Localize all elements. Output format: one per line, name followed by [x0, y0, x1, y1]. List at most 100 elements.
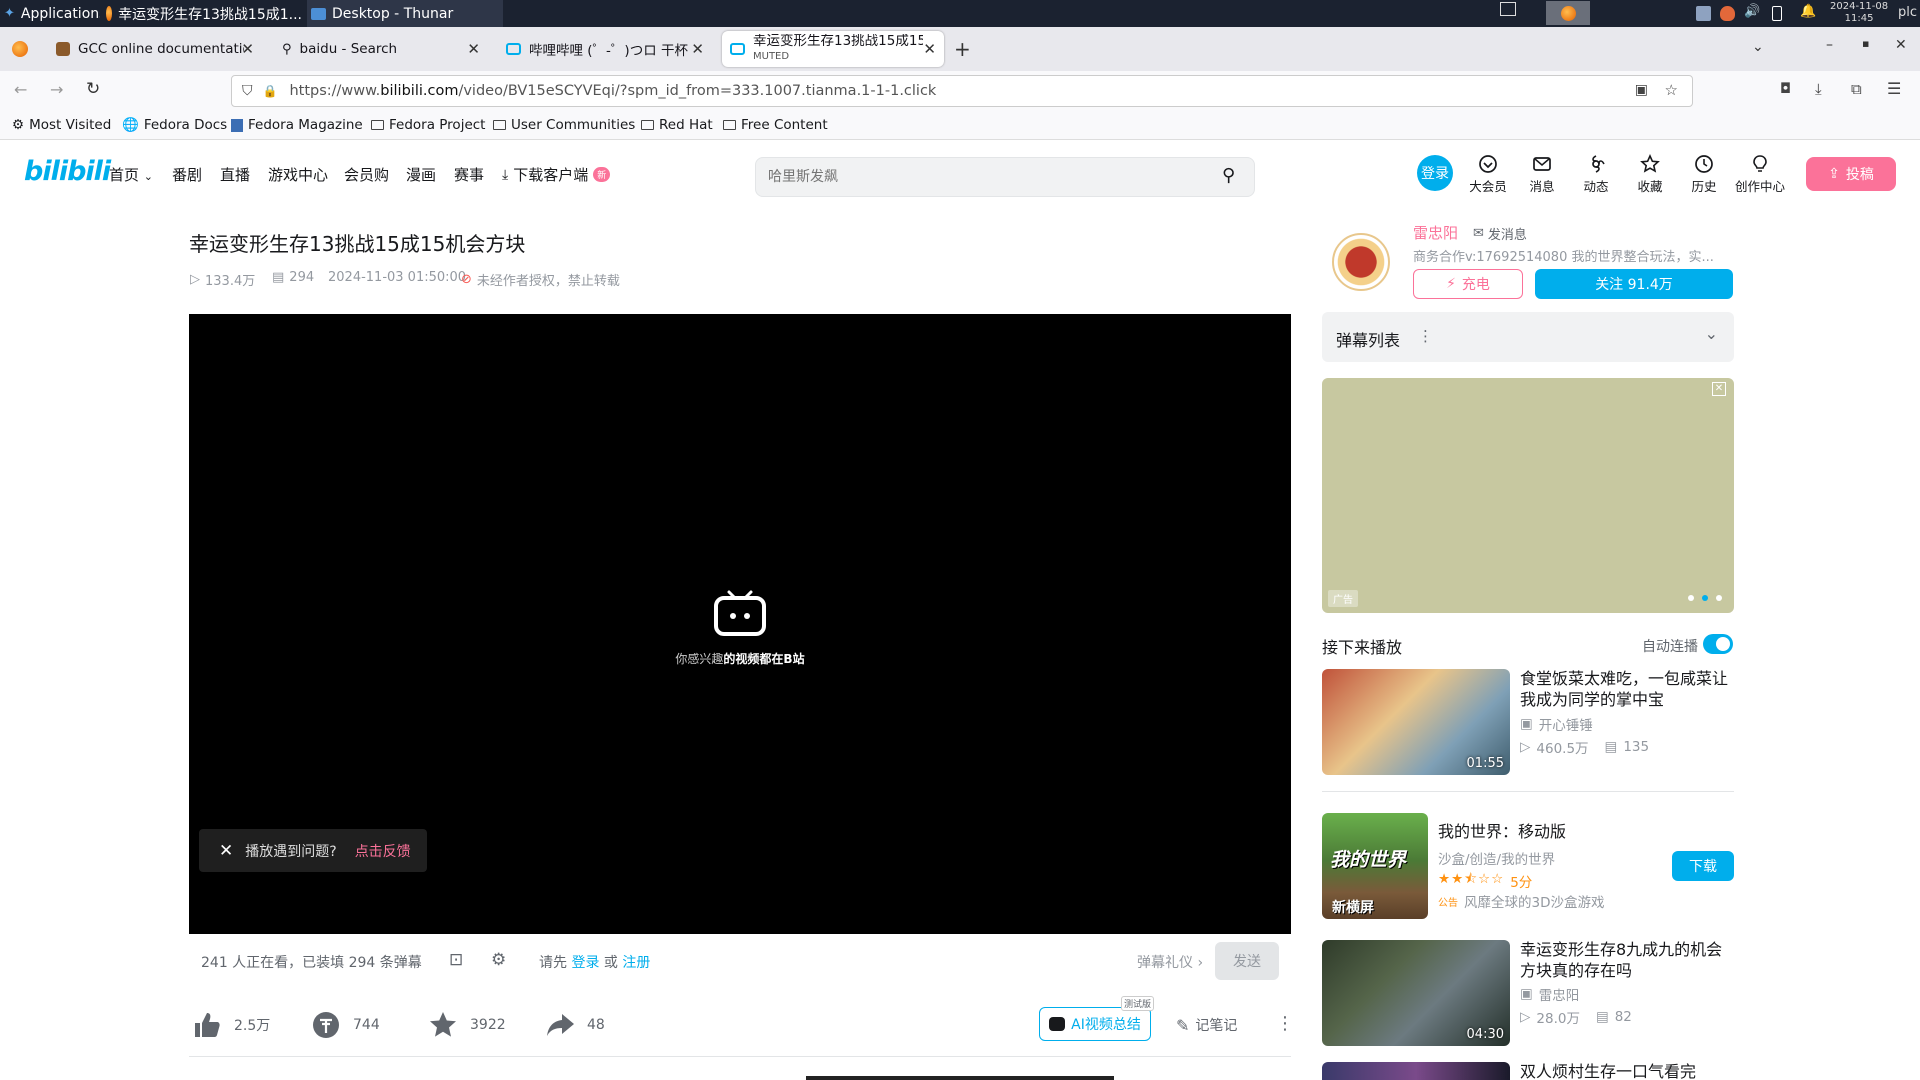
tab-current-video[interactable]: 幸运变形生存13挑战15成15 MUTED ✕: [722, 31, 944, 67]
nav-esports[interactable]: 赛事: [454, 164, 484, 185]
carousel-dot-active[interactable]: [1702, 595, 1708, 601]
danmaku-etiquette-link[interactable]: 弹幕礼仪 ›: [1137, 952, 1203, 972]
menu-icon[interactable]: ☰: [1887, 79, 1901, 98]
reader-view-icon[interactable]: ▣: [1635, 82, 1648, 98]
tab-gcc-docs[interactable]: GCC online documentation ✕: [48, 31, 262, 67]
list-tabs-icon[interactable]: ⌄: [1752, 39, 1764, 55]
coin-button[interactable]: 744: [311, 1010, 380, 1040]
downloads-icon[interactable]: ⤓: [1815, 80, 1822, 98]
close-tab-icon[interactable]: ✕: [923, 40, 936, 58]
nav-home[interactable]: 首页 ⌄: [109, 164, 153, 185]
login-button[interactable]: 登录: [1417, 155, 1453, 191]
share-button[interactable]: 48: [545, 1010, 605, 1040]
messages-link[interactable]: 消息: [1522, 154, 1562, 195]
applications-menu[interactable]: ✦ Applications: [4, 0, 100, 27]
send-message-link[interactable]: ✉ 发消息: [1473, 224, 1527, 243]
workspace-icon[interactable]: [1500, 2, 1516, 16]
maximize-button[interactable]: ▪: [1862, 37, 1869, 50]
uploader-name[interactable]: 雷忠阳: [1413, 222, 1458, 243]
bookmark-red-hat[interactable]: Red Hat: [641, 117, 713, 133]
bookmark-fedora-magazine[interactable]: Fedora Magazine: [231, 117, 363, 133]
creator-center-link[interactable]: 创作中心: [1734, 154, 1786, 195]
carousel-dot[interactable]: [1688, 595, 1694, 601]
bilibili-logo[interactable]: bilibili: [24, 156, 111, 187]
game-title[interactable]: 我的世界：移动版: [1438, 821, 1566, 842]
bookmark-fedora-docs[interactable]: 🌐 Fedora Docs: [122, 117, 227, 133]
send-danmaku-button[interactable]: 发送: [1215, 942, 1279, 980]
chevron-down-icon[interactable]: ⌄: [1705, 324, 1718, 343]
nav-mall[interactable]: 会员购: [344, 164, 389, 185]
forward-button[interactable]: →: [50, 80, 63, 99]
more-options-icon[interactable]: ⋮: [1276, 1013, 1294, 1034]
minimize-button[interactable]: –: [1826, 37, 1833, 53]
volume-icon[interactable]: 🔊: [1744, 4, 1760, 19]
danmaku-toggle-icon[interactable]: ⊡: [449, 950, 463, 970]
pocket-icon[interactable]: ◘: [1780, 81, 1791, 97]
clock[interactable]: 2024-11-08 11:45: [1830, 1, 1888, 25]
nav-anime[interactable]: 番剧: [172, 164, 202, 185]
url-bar[interactable]: ⛉ 🔒 https://www.bilibili.com/video/BV15e…: [231, 75, 1693, 107]
firefox-menu-icon[interactable]: [12, 41, 28, 57]
login-link[interactable]: 登录: [571, 955, 599, 971]
like-button[interactable]: 2.5万: [192, 1010, 270, 1040]
bookmark-fedora-project[interactable]: Fedora Project: [371, 117, 485, 133]
carousel-dot[interactable]: [1716, 595, 1722, 601]
bookmark-free-content[interactable]: Free Content: [723, 117, 828, 133]
search-icon[interactable]: ⚲: [1222, 165, 1235, 186]
shield-icon[interactable]: [1720, 6, 1735, 21]
more-options-icon[interactable]: ⋮: [1418, 327, 1433, 345]
dynamics-link[interactable]: 动态: [1576, 154, 1616, 195]
register-link[interactable]: 注册: [622, 955, 650, 971]
recommended-video-title[interactable]: 幸运变形生存8九成九的机会方块真的存在吗: [1520, 939, 1734, 981]
taskbar-window-thunar[interactable]: Desktop - Thunar: [307, 0, 503, 27]
search-input[interactable]: [768, 166, 1198, 188]
bookmark-most-visited[interactable]: ⚙ Most Visited: [12, 117, 111, 133]
close-tab-icon[interactable]: ✕: [241, 40, 254, 58]
close-tab-icon[interactable]: ✕: [691, 40, 704, 58]
close-icon[interactable]: ✕: [219, 841, 233, 861]
close-tab-icon[interactable]: ✕: [467, 40, 480, 58]
workspace-switcher[interactable]: [1546, 1, 1590, 25]
back-button[interactable]: ←: [14, 80, 27, 99]
nav-live[interactable]: 直播: [220, 164, 250, 185]
nav-game-center[interactable]: 游戏中心: [268, 164, 328, 185]
network-icon[interactable]: [1696, 6, 1711, 21]
nav-manga[interactable]: 漫画: [406, 164, 436, 185]
video-thumbnail[interactable]: [1322, 1062, 1510, 1080]
nav-download-client[interactable]: ⤓ 下载客户端 新: [502, 164, 611, 185]
charge-button[interactable]: ⚡ 充电: [1413, 269, 1523, 299]
game-thumbnail[interactable]: 我的世界 新横屏: [1322, 813, 1428, 919]
video-player[interactable]: 你感兴趣的视频都在B站 ✕ 播放遇到问题? 点击反馈: [189, 314, 1291, 934]
reload-button[interactable]: ↻: [86, 79, 100, 99]
bookmark-star-icon[interactable]: ☆: [1665, 81, 1678, 99]
notes-button[interactable]: ✎ 记笔记: [1176, 1015, 1237, 1035]
download-game-button[interactable]: 下载: [1672, 851, 1734, 881]
extensions-icon[interactable]: ⧉: [1851, 80, 1862, 98]
recommended-video-author[interactable]: ▣ 雷忠阳: [1520, 984, 1579, 1004]
bell-icon[interactable]: 🔔: [1800, 4, 1816, 19]
history-link[interactable]: 历史: [1684, 154, 1724, 195]
recommended-video-author[interactable]: ▣ 开心锤锤: [1520, 714, 1593, 734]
danmaku-settings-icon[interactable]: ⚙: [491, 950, 506, 970]
upload-button[interactable]: ⇪ 投稿: [1806, 157, 1896, 191]
user-name[interactable]: plc: [1898, 5, 1917, 20]
recommended-video-title[interactable]: 双人烦村生存一口气看完: [1520, 1061, 1734, 1080]
ai-summary-button[interactable]: AI视频总结 测试版: [1039, 996, 1154, 1041]
close-ad-icon[interactable]: ✕: [1712, 382, 1726, 396]
favorites-link[interactable]: 收藏: [1630, 154, 1670, 195]
vip-link[interactable]: 大会员: [1468, 154, 1508, 195]
tab-baidu-search[interactable]: ⚲ baidu - Search ✕: [274, 31, 488, 67]
danmaku-list-panel[interactable]: 弹幕列表 ⋮ ⌄: [1322, 312, 1734, 362]
ad-banner[interactable]: ✕ 广告: [1322, 378, 1734, 613]
taskbar-window-firefox[interactable]: 幸运变形生存13挑战15成1...: [106, 0, 302, 27]
close-window-button[interactable]: ✕: [1895, 37, 1907, 53]
bookmark-user-communities[interactable]: User Communities: [493, 117, 635, 133]
new-tab-button[interactable]: +: [954, 37, 971, 61]
autoplay-toggle[interactable]: [1703, 634, 1733, 654]
battery-icon[interactable]: [1772, 6, 1782, 21]
follow-button[interactable]: 关注 91.4万: [1535, 269, 1733, 299]
feedback-link[interactable]: 点击反馈: [355, 841, 411, 861]
video-thumbnail[interactable]: 04:30: [1322, 940, 1510, 1046]
uploader-avatar[interactable]: [1332, 233, 1390, 291]
video-thumbnail[interactable]: 01:55: [1322, 669, 1510, 775]
